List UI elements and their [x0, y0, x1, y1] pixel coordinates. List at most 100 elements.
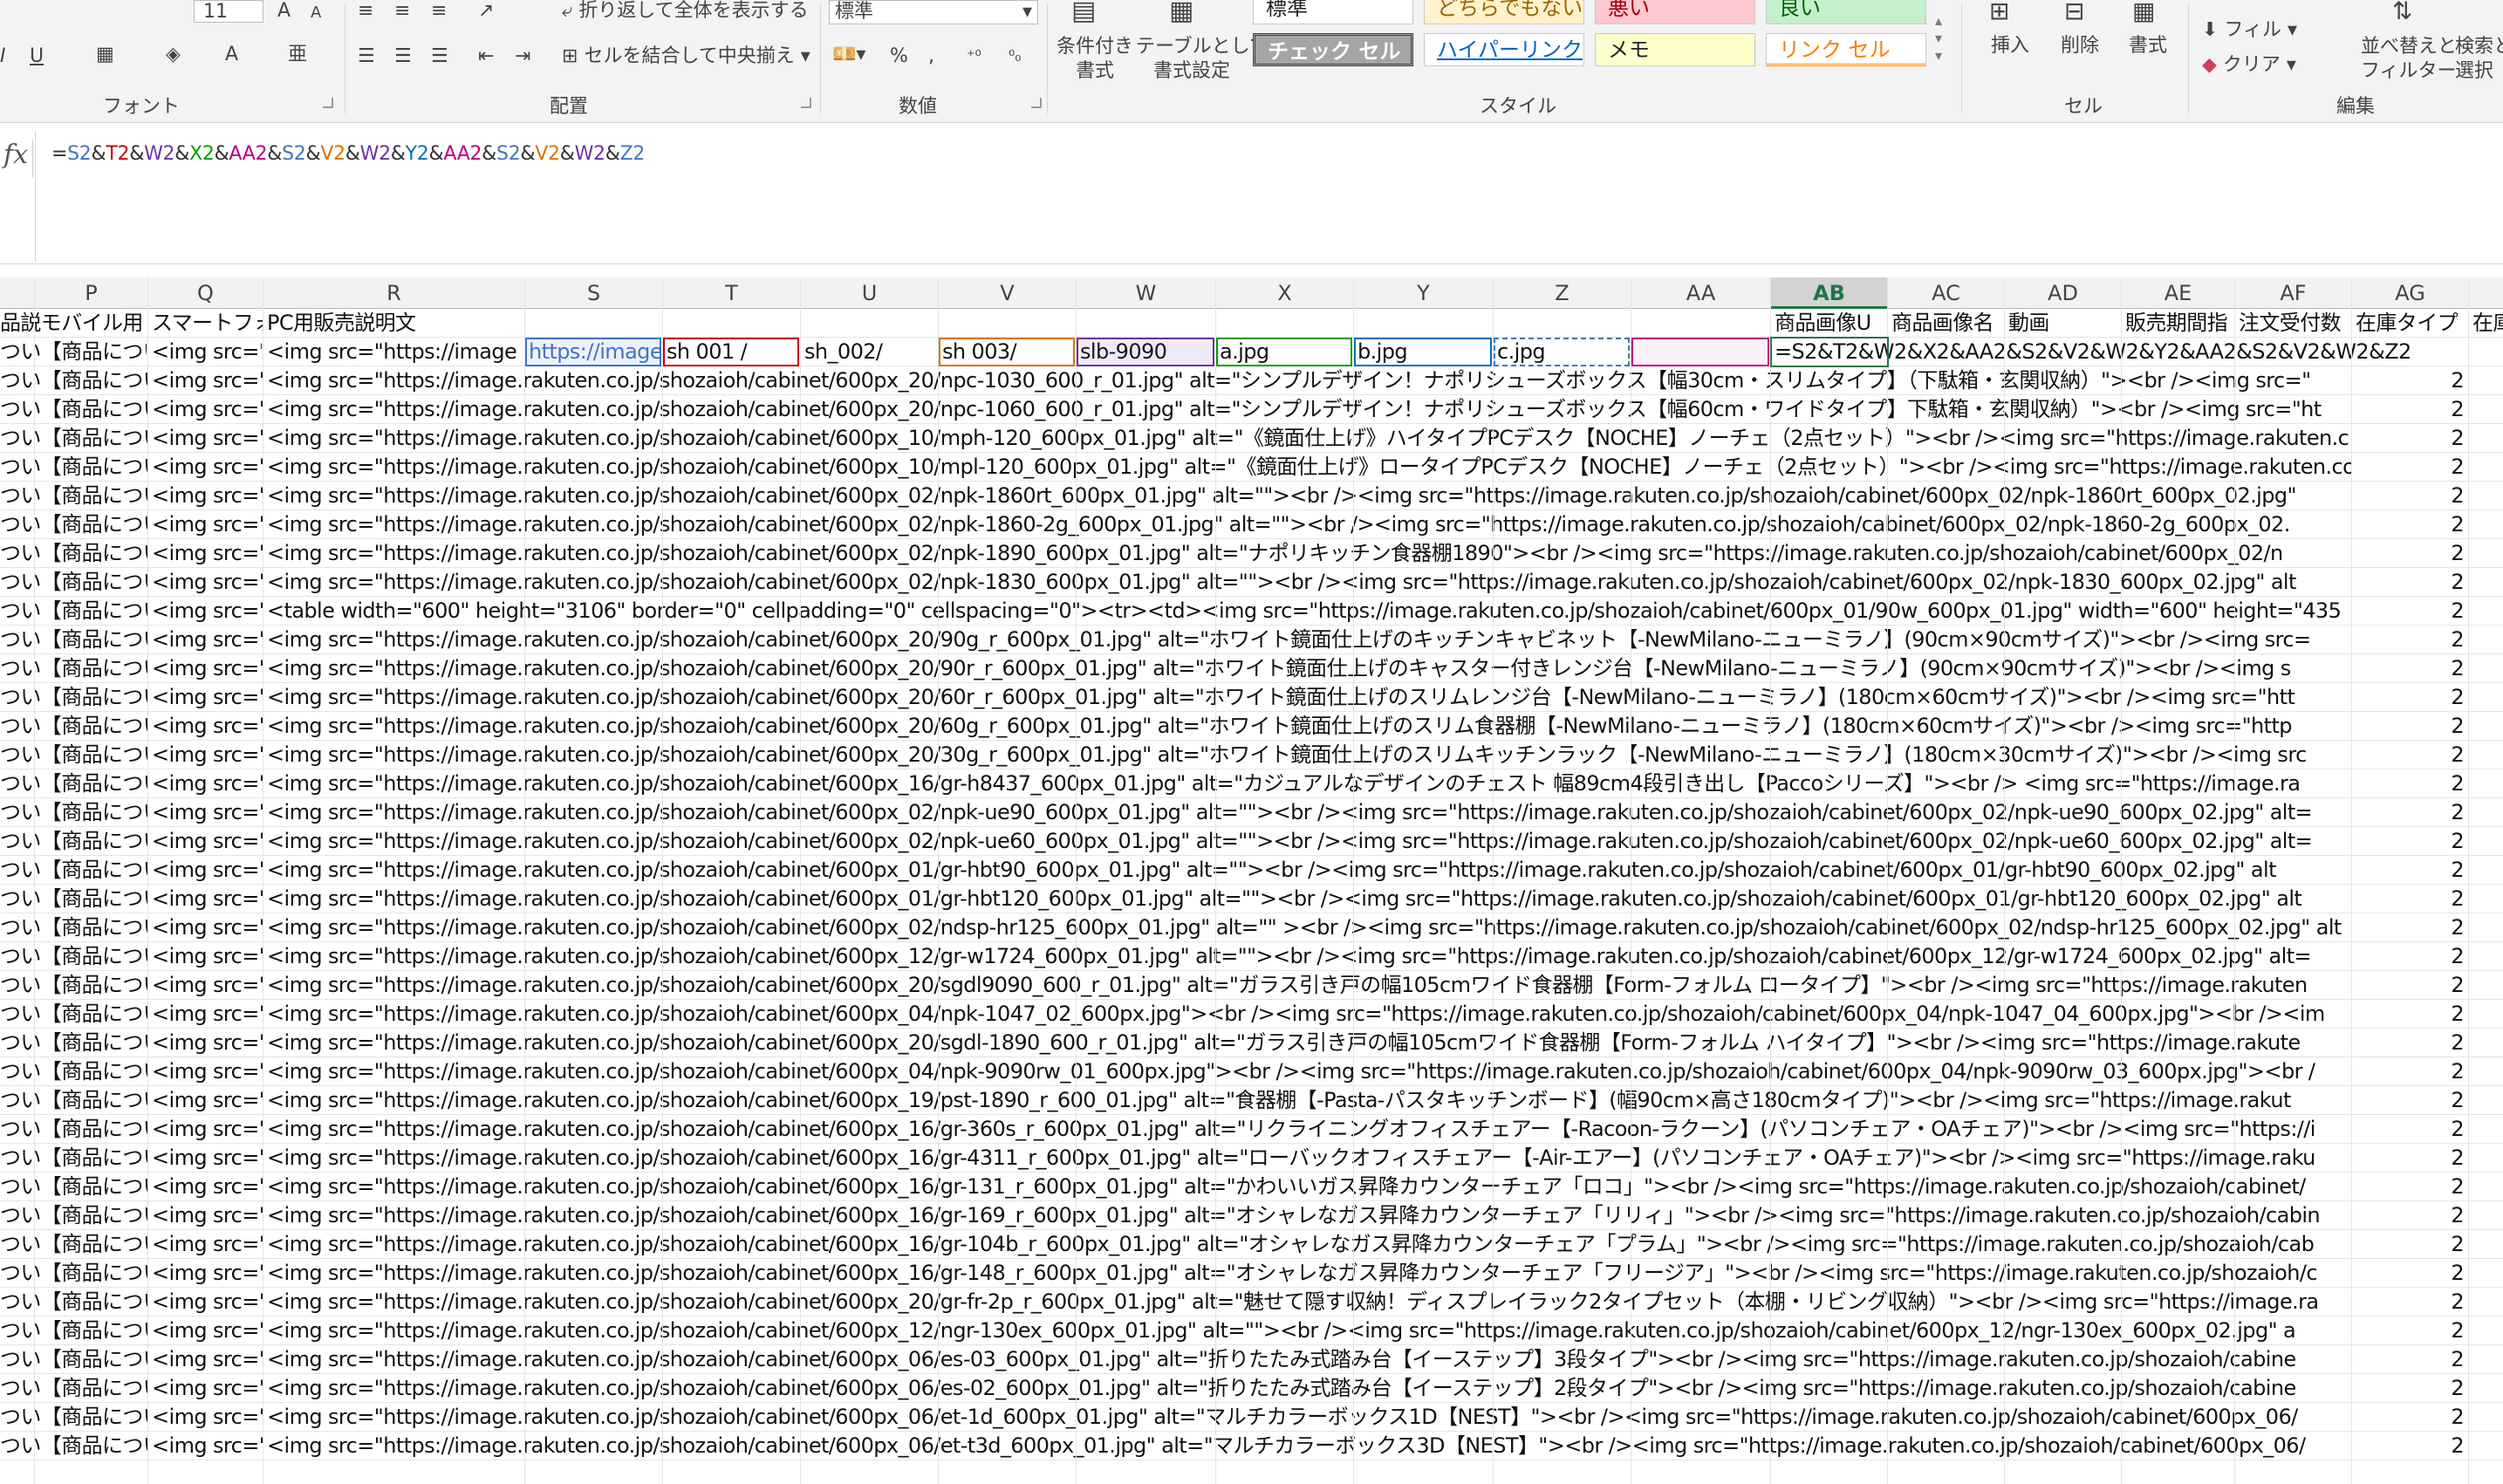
cell[interactable]: <img src="https://image.rakuten.co.jp/sh… — [267, 683, 2352, 712]
cell[interactable]: <img src="https://image.rakuten.co.jp/sh… — [267, 1201, 2352, 1230]
cell[interactable]: つい【商品につい — [0, 366, 148, 395]
insert-cells-button[interactable]: 挿入 — [1991, 35, 2029, 58]
cell[interactable]: <img src="https://image.rakuten.co.jp/sh… — [267, 1259, 2352, 1288]
border-icon[interactable]: ▦ — [96, 44, 114, 66]
cell[interactable]: 2 — [2352, 1029, 2469, 1057]
decrease-decimal-icon[interactable]: ⁰₀ — [1009, 45, 1021, 68]
cell[interactable]: つい【商品につい — [0, 1201, 148, 1230]
currency-icon[interactable]: 💴▾ — [832, 44, 865, 66]
underline-icon[interactable]: U — [30, 45, 44, 68]
align-right-icon[interactable]: ☰ — [431, 45, 448, 68]
cell[interactable]: <img src="https://image.rakuten.co.jp/sh… — [267, 453, 2352, 482]
cell[interactable]: <img src=" — [152, 856, 263, 885]
cell[interactable]: <img src=" — [152, 1086, 263, 1115]
cell[interactable]: <img src="https://image.rakuten.co.jp/sh… — [267, 1374, 2352, 1403]
cell[interactable]: 2 — [2352, 1057, 2469, 1086]
format-cells-icon[interactable]: ▦ — [2132, 0, 2155, 24]
cell[interactable]: 2 — [2352, 942, 2469, 971]
cell[interactable]: 2 — [2352, 741, 2469, 769]
cell[interactable]: <img src="https://image.rakuten.co.jp/sh… — [267, 626, 2352, 654]
cell[interactable]: 2 — [2352, 885, 2469, 913]
cell[interactable]: <img src="https://image.rakuten.co.jp/sh… — [267, 971, 2352, 1000]
column-title-ae[interactable]: 販売期間指 — [2125, 309, 2235, 338]
column-header-y[interactable]: Y — [1354, 277, 1494, 309]
cell[interactable]: 2 — [2352, 1144, 2469, 1173]
cell[interactable]: 2 — [2352, 856, 2469, 885]
column-title-q[interactable]: スマートフォ — [152, 309, 263, 338]
align-left-icon[interactable]: ☰ — [358, 45, 375, 68]
column-title-ac[interactable]: 商品画像名 — [1891, 309, 2005, 338]
style-standard[interactable]: 標準 — [1253, 0, 1413, 24]
cell[interactable]: <img src=" — [152, 1288, 263, 1316]
cell[interactable]: つい【商品につい — [0, 654, 148, 683]
conditional-format-icon[interactable]: ▤ — [1071, 0, 1096, 24]
cell[interactable]: <img src=" — [152, 1173, 263, 1201]
cell[interactable]: つい【商品につい — [0, 1115, 148, 1144]
cell[interactable]: つい【商品につい — [0, 424, 148, 453]
font-size-box[interactable]: 11 — [194, 0, 263, 23]
cell[interactable]: 2 — [2352, 827, 2469, 856]
cell[interactable]: 2 — [2352, 1316, 2469, 1345]
orientation-icon[interactable]: ↗ — [478, 0, 494, 23]
cell[interactable]: 2 — [2352, 395, 2469, 424]
cell[interactable]: <img src="https://image.rakuten.co.jp/sh… — [267, 827, 2352, 856]
fill-color-icon[interactable]: ◈ — [166, 44, 181, 66]
sort-filter-button[interactable]: 並べ替えと フィルター — [2361, 35, 2457, 84]
comma-style-icon[interactable]: , — [928, 45, 934, 68]
cell[interactable]: つい【商品につい — [0, 510, 148, 539]
cell[interactable]: 2 — [2352, 913, 2469, 942]
wrap-text-button[interactable]: ⤶ 折り返して全体を表示する — [562, 0, 809, 23]
cell[interactable]: 2 — [2352, 712, 2469, 741]
increase-indent-icon[interactable]: ⇥ — [515, 45, 530, 68]
cell[interactable]: <img src="https://image.rakuten.co.jp/sh… — [267, 654, 2352, 683]
cell[interactable]: <img src=" — [152, 913, 263, 942]
cell[interactable]: <img src=" — [152, 482, 263, 510]
column-header-t[interactable]: T — [663, 277, 801, 309]
formula-input[interactable]: =S2&T2&W2&X2&AA2&S2&V2&W2&Y2&AA2&S2&V2&W… — [35, 131, 2503, 262]
cell[interactable]: <img src=" — [152, 798, 263, 827]
cell[interactable]: <img src="https://image.rakuten.co.jp/sh… — [267, 1403, 2352, 1432]
cell[interactable]: 2 — [2352, 1288, 2469, 1316]
cell[interactable]: 2 — [2352, 597, 2469, 626]
cell[interactable]: 2 — [2352, 482, 2469, 510]
align-middle-icon[interactable]: ≡ — [394, 0, 410, 23]
cell[interactable]: <img src=" — [152, 453, 263, 482]
cell[interactable]: <img src="https://image.rakuten.co.jp/sh… — [267, 1345, 2352, 1374]
cell[interactable]: つい【商品につい — [0, 1173, 148, 1201]
align-bottom-icon[interactable]: ≡ — [431, 0, 447, 23]
cell[interactable]: 2 — [2352, 1230, 2469, 1259]
cell[interactable]: つい【商品につい — [0, 453, 148, 482]
decrease-indent-icon[interactable]: ⇤ — [478, 45, 494, 68]
cell[interactable]: <img src="https://image.rakuten.co.jp/sh… — [267, 856, 2352, 885]
sort-filter-icon[interactable]: ⇅ — [2392, 0, 2412, 24]
cell[interactable]: 2 — [2352, 1345, 2469, 1374]
cell[interactable]: <img src=" — [152, 424, 263, 453]
delete-cells-icon[interactable]: ⊟ — [2064, 0, 2084, 24]
styles-scroll-icon[interactable]: ▴ ▾ ▾ — [1935, 12, 1942, 65]
cell[interactable]: <img src="https://image.rakuten.co.jp/sh… — [267, 395, 2352, 424]
italic-icon[interactable]: I — [0, 45, 6, 68]
column-header-o[interactable] — [0, 277, 35, 309]
cell[interactable]: つい【商品につい — [0, 712, 148, 741]
cell[interactable]: <img src="https://image.rakuten.co.jp/sh… — [267, 1230, 2352, 1259]
cell[interactable]: 2 — [2352, 654, 2469, 683]
style-neutral[interactable]: どちらでもない — [1424, 0, 1584, 24]
column-header-r[interactable]: R — [263, 277, 525, 309]
column-title-r[interactable]: PC用販売説明文 — [267, 309, 525, 338]
fx-icon[interactable]: fx — [0, 140, 33, 178]
column-header-ag[interactable]: AG — [2352, 277, 2469, 309]
cell[interactable]: <img src=" — [152, 683, 263, 712]
clear-button[interactable]: ◆ クリア ▾ — [2202, 54, 2296, 77]
font-color-icon[interactable]: A — [225, 44, 238, 66]
cell[interactable]: <img src=" — [152, 1259, 263, 1288]
cell[interactable]: <img src="https://image.rakuten.co.jp/sh… — [267, 1288, 2352, 1316]
cell[interactable]: つい【商品につい — [0, 1230, 148, 1259]
cell[interactable]: <img src="https://image.rakuten.co.jp/sh… — [267, 424, 2352, 453]
cell[interactable]: 2 — [2352, 1403, 2469, 1432]
cell[interactable]: <table width="600" height="3106" border=… — [267, 597, 2352, 626]
conditional-format-button[interactable]: 条件付き 書式 — [1056, 35, 1134, 84]
cell[interactable]: つい【商品につい — [0, 741, 148, 769]
column-title-ah[interactable]: 在庫 — [2472, 309, 2503, 338]
cell[interactable]: つい【商品につい — [0, 1432, 148, 1460]
cell[interactable]: 2 — [2352, 1115, 2469, 1144]
